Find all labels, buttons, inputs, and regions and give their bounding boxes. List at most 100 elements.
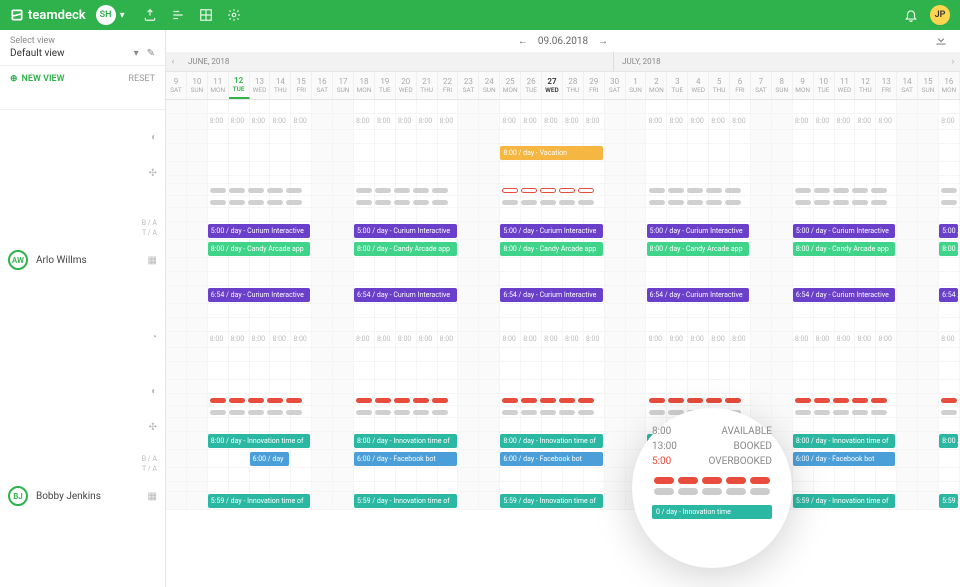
workspace-avatar[interactable]: SH bbox=[96, 5, 116, 25]
next-day-button[interactable]: → bbox=[598, 36, 608, 47]
day-cell[interactable]: 11WED bbox=[835, 72, 856, 99]
task-bar[interactable]: 6:54 / day - Curium Interactive bbox=[500, 288, 602, 302]
task-bar[interactable]: 6:00 / day - Facebook bot bbox=[500, 452, 602, 466]
task-bar[interactable]: 5:00 / day - Curium Interactive bbox=[647, 224, 749, 238]
task-bar[interactable]: 5:00 / day - Curium Interactive bbox=[793, 224, 895, 238]
task-bar[interactable]: 5:59 / day - Innovation time of bbox=[500, 494, 602, 508]
caret-down-icon[interactable]: ▾ bbox=[134, 48, 139, 59]
person-row[interactable]: AW Arlo Willms ▦ bbox=[0, 246, 165, 274]
current-date[interactable]: 09.06.2018 bbox=[538, 36, 588, 47]
user-avatar[interactable]: JP bbox=[930, 5, 950, 25]
day-cell[interactable]: 26TUE bbox=[521, 72, 542, 99]
day-cell[interactable]: 16SAT bbox=[312, 72, 333, 99]
task-bar[interactable]: 8:00 / day - Candy Arcade app bbox=[793, 242, 895, 256]
app-header: teamdeck SH ▾ JP bbox=[0, 0, 960, 30]
bell-icon[interactable] bbox=[904, 8, 918, 22]
person-avatar: AW bbox=[8, 250, 28, 270]
export-icon[interactable] bbox=[143, 8, 157, 22]
timeline-icon[interactable] bbox=[171, 8, 185, 22]
task-bar[interactable]: 6:54 / day - Curium Interactive bbox=[939, 288, 958, 302]
day-cell[interactable]: 7SAT bbox=[751, 72, 772, 99]
day-cell[interactable]: 12TUE bbox=[229, 72, 250, 99]
pencil-icon[interactable]: ✎ bbox=[147, 48, 155, 59]
task-bar[interactable]: 6:54 / day - Curium Interactive bbox=[354, 288, 456, 302]
task-bar[interactable]: 8:00 / day - Innovation time of bbox=[500, 434, 602, 448]
day-cell[interactable]: 14THU bbox=[270, 72, 291, 99]
gear-icon[interactable] bbox=[227, 8, 241, 22]
day-cell[interactable]: 27WED bbox=[542, 72, 563, 99]
task-bar[interactable]: 6:54 / day - Curium Interactive bbox=[208, 288, 310, 302]
task-bar[interactable]: 8:00 / day - Innovation time of bbox=[793, 434, 895, 448]
task-bar[interactable]: 6:54 / day - Curium Interactive bbox=[647, 288, 749, 302]
task-bar[interactable]: 5:59 / day - Innovation time of bbox=[354, 494, 456, 508]
day-cell[interactable]: 10SUN bbox=[187, 72, 208, 99]
task-bar[interactable]: 8:00 / day - Candy Arcade app bbox=[500, 242, 602, 256]
day-cell[interactable]: 11MON bbox=[208, 72, 229, 99]
day-cell[interactable]: 25MON bbox=[500, 72, 521, 99]
day-cell[interactable]: 19TUE bbox=[375, 72, 396, 99]
day-cell[interactable]: 24SUN bbox=[479, 72, 500, 99]
days-header: 9SAT10SUN11MON12TUE13WED14THU15FRI16SAT1… bbox=[166, 72, 960, 100]
task-bar[interactable]: 5:00 / day - Curium Interactive bbox=[500, 224, 602, 238]
day-cell[interactable]: 13WED bbox=[250, 72, 271, 99]
day-cell[interactable]: 1SUN bbox=[626, 72, 647, 99]
brand-logo[interactable]: teamdeck bbox=[10, 8, 86, 23]
day-cell[interactable]: 4WED bbox=[688, 72, 709, 99]
day-cell[interactable]: 17SUN bbox=[333, 72, 354, 99]
task-bar[interactable]: 6:00 / day bbox=[250, 452, 290, 466]
gantt-icon: ▦ bbox=[148, 255, 157, 266]
day-cell[interactable]: 6FRI bbox=[730, 72, 751, 99]
task-bar[interactable]: 5:59 / day - Innovation time of bbox=[208, 494, 310, 508]
task-bar[interactable]: 8:00 / day - Innovation time of bbox=[208, 434, 310, 448]
task-bar[interactable]: 8:00 / day - Can bbox=[939, 242, 958, 256]
day-cell[interactable]: 3TUE bbox=[667, 72, 688, 99]
task-bar[interactable]: 5:59 / day - Inno bbox=[939, 494, 958, 508]
task-bar[interactable]: 5:59 / day - Innovation time of bbox=[793, 494, 895, 508]
day-cell[interactable]: 28THU bbox=[563, 72, 584, 99]
download-icon[interactable] bbox=[934, 33, 948, 50]
row-icon: ◐ bbox=[0, 382, 165, 400]
task-bar[interactable]: 5:00 / day - Curium Interactive bbox=[939, 224, 958, 238]
prev-month-button[interactable]: ‹ bbox=[166, 52, 180, 71]
day-cell[interactable]: 9SAT bbox=[166, 72, 187, 99]
day-cell[interactable]: 29FRI bbox=[584, 72, 605, 99]
day-cell[interactable]: 8SUN bbox=[772, 72, 793, 99]
task-bar[interactable]: 8:00 / day - Vacation bbox=[500, 146, 602, 160]
day-cell[interactable]: 23SAT bbox=[458, 72, 479, 99]
new-view-button[interactable]: ⊕ NEW VIEW bbox=[10, 74, 65, 84]
date-navigator: ← 09.06.2018 → bbox=[166, 30, 960, 52]
task-bar[interactable]: 8:00 / day - Candy Arcade app bbox=[208, 242, 310, 256]
day-cell[interactable]: 15SUN bbox=[918, 72, 939, 99]
day-cell[interactable]: 22FRI bbox=[438, 72, 459, 99]
day-cell[interactable]: 15FRI bbox=[291, 72, 312, 99]
reset-button[interactable]: RESET bbox=[128, 74, 155, 84]
day-cell[interactable]: 5THU bbox=[709, 72, 730, 99]
day-cell[interactable]: 18MON bbox=[354, 72, 375, 99]
day-cell[interactable]: 10TUE bbox=[814, 72, 835, 99]
chevron-down-icon[interactable]: ▾ bbox=[120, 10, 125, 21]
day-cell[interactable]: 12THU bbox=[855, 72, 876, 99]
task-bar[interactable]: 8:00 / day - Candy Arcade app bbox=[354, 242, 456, 256]
day-cell[interactable]: 16MON bbox=[939, 72, 960, 99]
task-bar[interactable]: 6:00 / day - Facebook bot bbox=[793, 452, 895, 466]
row-icon: ✣ bbox=[0, 164, 165, 182]
day-cell[interactable]: 20WED bbox=[396, 72, 417, 99]
grid-icon[interactable] bbox=[199, 8, 213, 22]
task-bar[interactable]: 8:00 / day - Innovation time of bbox=[939, 434, 958, 448]
task-bar[interactable]: 8:00 / day - Innovation time of bbox=[354, 434, 456, 448]
person-row[interactable]: BJ Bobby Jenkins ▦ bbox=[0, 482, 165, 510]
task-bar[interactable]: 8:00 / day - Candy Arcade app bbox=[647, 242, 749, 256]
task-bar[interactable]: 6:54 / day - Curium Interactive bbox=[793, 288, 895, 302]
day-cell[interactable]: 2MON bbox=[646, 72, 667, 99]
task-bar[interactable]: 5:00 / day - Curium Interactive bbox=[354, 224, 456, 238]
view-select[interactable]: Default view bbox=[10, 48, 65, 59]
day-cell[interactable]: 9MON bbox=[793, 72, 814, 99]
day-cell[interactable]: 13FRI bbox=[876, 72, 897, 99]
day-cell[interactable]: 21THU bbox=[417, 72, 438, 99]
task-bar[interactable]: 6:00 / day - Facebook bot bbox=[354, 452, 456, 466]
prev-day-button[interactable]: ← bbox=[518, 36, 528, 47]
next-month-button[interactable]: › bbox=[946, 52, 960, 71]
day-cell[interactable]: 14SAT bbox=[897, 72, 918, 99]
task-bar[interactable]: 5:00 / day - Curium Interactive bbox=[208, 224, 310, 238]
day-cell[interactable]: 30SAT bbox=[605, 72, 626, 99]
